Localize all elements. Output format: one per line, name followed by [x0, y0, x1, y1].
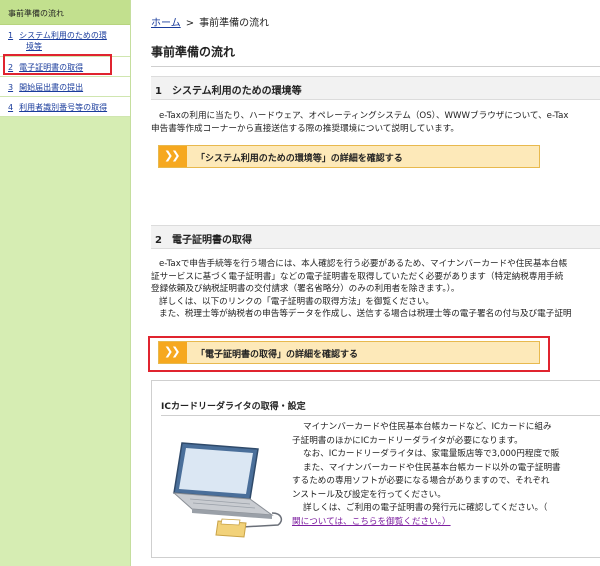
text-line: 登録依頼及び納税証明書の交付請求（署名省略分）のみの利用者を除きます。）。: [151, 284, 460, 294]
ic-box-divider: [161, 415, 600, 416]
text-line: なお、ICカードリーダライタは、家電量販店等で3,000円程度で販: [303, 449, 560, 459]
text-line: また、税理士等が納税者の申告等データを作成し、送信する場合は税理士等の電子署名の…: [159, 309, 572, 319]
main-content: ホーム > 事前準備の流れ 事前準備の流れ 1 システム利用のための環境等 e-Ta…: [151, 0, 600, 566]
sidebar-item-label: 開始届出書の提出: [19, 83, 84, 92]
double-chevron-icon: ❯❯: [159, 146, 187, 167]
text-line: e-Taxの利用に当たり、ハードウェア、オペレーティングシステム（OS）、WWW…: [159, 111, 569, 121]
text-line: e-Taxで申告手続等を行う場合には、本人確認を行う必要があるため、マイナンバー…: [159, 259, 568, 269]
text-line: マイナンバーカードや住民基本台帳カードなど、ICカードに組み: [303, 422, 552, 432]
title-divider: [151, 66, 600, 67]
sidebar-item-number: 1: [8, 31, 14, 40]
breadcrumb-home-link[interactable]: ホーム: [151, 18, 181, 29]
text-line: するための専用ソフトが必要になる場合がありますので、それぞれ: [292, 476, 550, 486]
sidebar-title: 事前準備の流れ: [0, 0, 130, 25]
text-line: 子証明書のほかにICカードリーダライタが必要になります。: [292, 435, 523, 446]
sidebar-item-start-notification[interactable]: 3 開始届出書の提出: [0, 77, 130, 97]
breadcrumb: ホーム > 事前準備の流れ: [151, 14, 269, 29]
breadcrumb-separator: >: [185, 18, 195, 29]
sidebar-item-label-cont: 境等: [26, 42, 42, 51]
text-line: 詳しくは、以下のリンクの「電子証明書の取得方法」を御覧ください。: [159, 296, 435, 307]
sidebar-item-environment[interactable]: 1 システム利用のための環 境等: [0, 25, 130, 57]
cta-label: 「システム利用のための環境等」の詳細を確認する: [196, 154, 403, 164]
laptop-card-reader-illustration: [172, 442, 283, 538]
text-line: 詳しくは、ご利用の電子証明書の発行元に確認してください。（: [303, 503, 548, 513]
ic-card-reader-box: ICカードリーダライタの取得・設定 マイナンバーカードや住民基本台帳カードなど、…: [151, 380, 600, 558]
sidebar: 事前準備の流れ 1 システム利用のための環 境等 2 電子証明書の取得 3 開始届出書…: [0, 0, 131, 566]
highlight-box-sidebar: [3, 54, 112, 75]
sidebar-item-user-id[interactable]: 4 利用者識別番号等の取得: [0, 97, 130, 117]
sidebar-item-number: 4: [8, 103, 14, 112]
details-link[interactable]: 関については、こちらを御覧ください。）: [292, 517, 451, 527]
sidebar-item-label: 利用者識別番号等の取得: [19, 103, 108, 112]
text-line: 証サービスに基づく電子証明書」などの電子証明書を取得していただく必要があります（…: [151, 271, 564, 282]
environment-details-button[interactable]: ❯❯ 「システム利用のための環境等」の詳細を確認する: [158, 145, 540, 168]
breadcrumb-current: 事前準備の流れ: [199, 18, 270, 29]
sidebar-item-label: システム利用のための環: [19, 31, 107, 40]
text-line: また、マイナンバーカードや住民基本台帳カード以外の電子証明書: [303, 462, 561, 473]
text-line: ンストール及び設定を行ってください。: [292, 489, 446, 500]
sidebar-item-number: 3: [8, 83, 14, 92]
section-heading-certificate: 2 電子証明書の取得: [151, 225, 600, 249]
text-line: 申告書等作成コーナーから直接送信する際の推奨環境について説明しています。: [151, 123, 460, 134]
page-title: 事前準備の流れ: [151, 45, 236, 59]
section-heading-environment: 1 システム利用のための環境等: [151, 76, 600, 100]
highlight-box-certificate-button: [148, 336, 550, 372]
section-text-environment: e-Taxの利用に当たり、ハードウェア、オペレーティングシステム（OS）、WWW…: [151, 110, 600, 135]
ic-box-text: マイナンバーカードや住民基本台帳カードなど、ICカードに組み 子証明書のほかにI…: [292, 421, 561, 529]
section-text-certificate: e-Taxで申告手続等を行う場合には、本人確認を行う必要があるため、マイナンバー…: [151, 258, 600, 321]
ic-box-title: ICカードリーダライタの取得・設定: [161, 402, 306, 412]
